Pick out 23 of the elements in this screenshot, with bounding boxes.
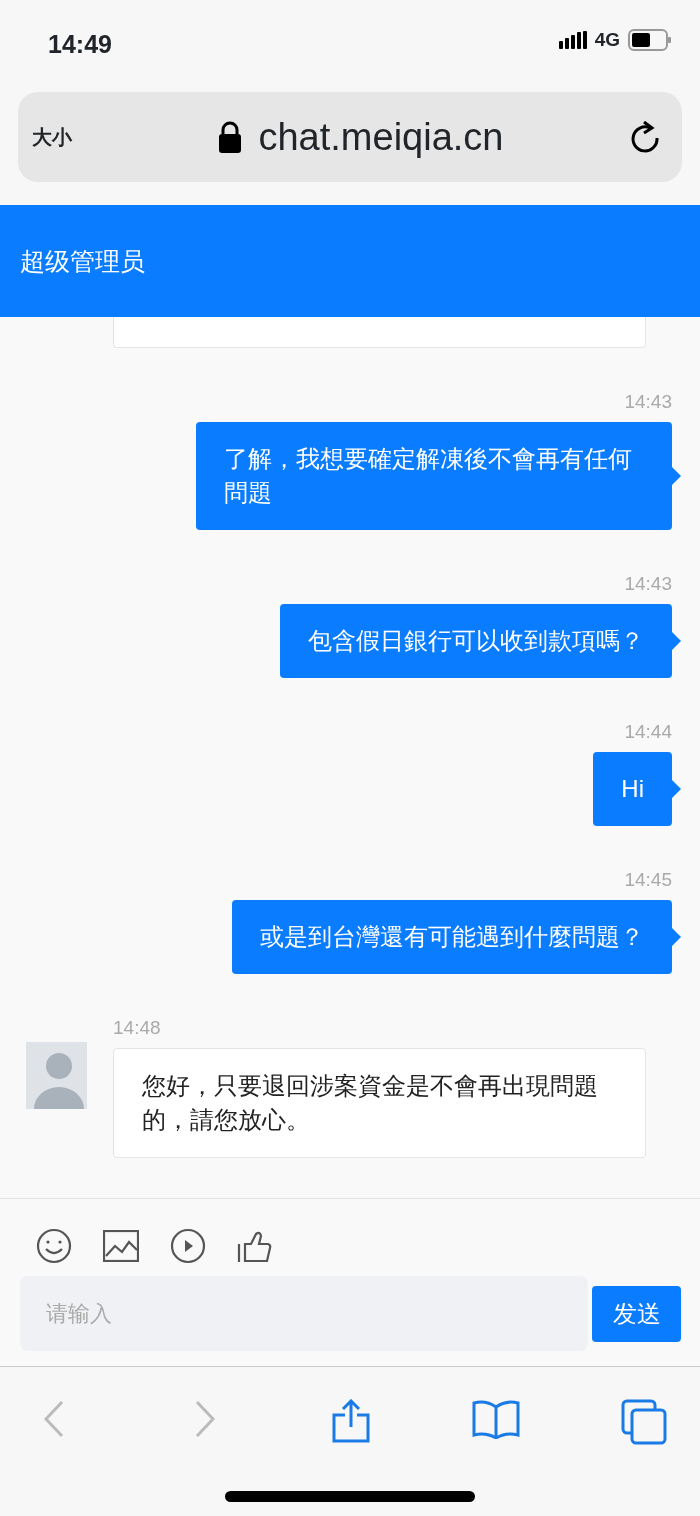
send-button[interactable]: 发送	[592, 1285, 681, 1342]
text-size-button[interactable]: 大小	[32, 122, 92, 152]
image-icon[interactable]	[103, 1230, 139, 1262]
message-time: 14:44	[624, 720, 672, 744]
chat-title: 超级管理员	[20, 246, 145, 276]
lock-icon	[218, 121, 243, 153]
bookmarks-icon[interactable]	[472, 1399, 520, 1439]
message-time: 14:48	[113, 1016, 162, 1040]
message-input[interactable]: 请输入	[20, 1276, 588, 1351]
battery-icon	[628, 29, 672, 52]
emoji-icon[interactable]	[36, 1228, 72, 1264]
tabs-icon[interactable]	[621, 1399, 667, 1445]
message-bubble: 您好，只要退回涉案資金是不會再出現問題的，請您放心。	[113, 1048, 646, 1158]
url-text[interactable]: chat.meiqia.cn	[258, 108, 504, 166]
signal-icon	[558, 31, 587, 50]
message-time: 14:43	[624, 390, 672, 414]
share-icon[interactable]	[331, 1399, 371, 1443]
network-label: 4G	[594, 28, 620, 52]
status-time: 14:49	[48, 29, 112, 60]
reload-icon[interactable]	[630, 121, 660, 153]
message-time: 14:45	[624, 868, 672, 892]
message-time: 14:43	[624, 572, 672, 596]
play-icon[interactable]	[170, 1228, 206, 1264]
